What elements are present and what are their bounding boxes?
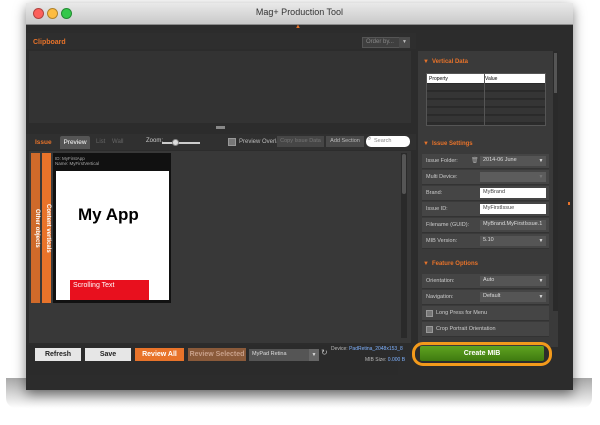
zoom-slider-knob[interactable] xyxy=(172,139,179,146)
save-button[interactable]: Save xyxy=(85,348,131,361)
chevron-down-icon[interactable]: ▼ xyxy=(536,292,546,302)
issue-folder-label: Issue Folder: xyxy=(426,158,458,164)
filename-field: MyBrand.MyFirstIssue.1 xyxy=(480,220,546,230)
navigation-label: Navigation: xyxy=(426,294,454,300)
zoom-slider-track[interactable] xyxy=(162,142,200,144)
reload-icon[interactable]: ↻ xyxy=(321,348,328,357)
mib-size-label: MIB Size: xyxy=(365,357,387,363)
preview-meta: ID: MyFirstApp Name: MyFirstVertical xyxy=(55,156,99,166)
triangle-down-icon: ▼ xyxy=(423,141,429,147)
table-row[interactable] xyxy=(427,92,545,99)
tab-list[interactable]: List xyxy=(96,139,105,145)
brand-label: Brand: xyxy=(426,190,443,196)
right-panel-scrollbar-thumb[interactable] xyxy=(554,53,557,93)
triangle-down-icon: ▼ xyxy=(423,261,429,267)
orientation-label: Orientation: xyxy=(426,278,455,284)
review-all-button[interactable]: Review All xyxy=(135,348,184,361)
copy-issue-data-button[interactable]: Copy Issue Data xyxy=(277,136,324,147)
tab-issue[interactable]: Issue xyxy=(35,139,52,146)
window-title: Mag+ Production Tool xyxy=(255,7,344,17)
preview-scrolling-text[interactable]: Scrolling Text xyxy=(70,280,149,300)
feature-options-header[interactable]: ▼ Feature Options xyxy=(418,261,478,273)
content-verticals-tab[interactable]: Content verticals xyxy=(42,153,51,303)
device-value: PadRetina_2048x153_8 xyxy=(349,346,403,352)
table-row[interactable] xyxy=(427,100,545,107)
vertical-data-header[interactable]: ▼ Vertical Data xyxy=(418,59,468,71)
filename-label: Filename (GUID): xyxy=(426,222,470,228)
other-objects-tab[interactable]: Other objects xyxy=(31,153,40,303)
brand-field[interactable]: MyBrand xyxy=(480,188,546,198)
chevron-down-icon[interactable]: ▼ xyxy=(536,276,546,286)
long-press-label: Long Press for Menu xyxy=(436,310,488,316)
preview-overlays-checkbox[interactable] xyxy=(228,138,236,146)
clipboard-header xyxy=(26,33,416,49)
create-mib-button[interactable]: Create MIB xyxy=(420,346,544,361)
issue-settings-header[interactable]: ▼ Issue Settings xyxy=(418,141,473,153)
mib-size-info: MIB Size: 0.000 B xyxy=(365,357,405,363)
collapse-arrow-icon[interactable]: ▲ xyxy=(295,24,301,30)
device-label: Device: xyxy=(331,346,348,352)
device-info: Device: PadRetina_2048x153_8 xyxy=(331,346,403,352)
search-input[interactable]: Search xyxy=(366,136,410,147)
issue-id-field[interactable]: MyFirstIssue xyxy=(480,204,546,214)
preview-meta-name: Name: MyFirstVertical xyxy=(55,161,100,166)
trash-icon[interactable]: 🗑 xyxy=(471,157,479,164)
chevron-down-icon[interactable]: ▼ xyxy=(536,172,546,182)
mib-size-value: 0.000 B xyxy=(387,357,406,363)
refresh-button[interactable]: Refresh xyxy=(35,348,81,361)
zoom-label: Zoom: xyxy=(146,138,164,144)
editor-scrollbar-thumb[interactable] xyxy=(402,154,406,194)
search-icon: ⌕ xyxy=(368,136,372,142)
issue-id-label: Issue ID: xyxy=(426,206,448,212)
feature-options-title: Feature Options xyxy=(431,261,478,267)
review-selected-button[interactable]: Review Selected xyxy=(188,348,246,361)
tab-wall[interactable]: Wall xyxy=(112,139,123,145)
preview-app-title: My App xyxy=(78,205,139,224)
long-press-checkbox[interactable] xyxy=(426,310,433,317)
chevron-down-icon[interactable]: ▼ xyxy=(399,37,410,48)
multi-device-label: Multi Device: xyxy=(426,174,458,180)
splitter-handle[interactable] xyxy=(216,126,225,129)
table-divider xyxy=(484,74,485,126)
triangle-down-icon: ▼ xyxy=(423,59,429,65)
chevron-down-icon[interactable]: ▼ xyxy=(309,349,319,361)
tab-preview[interactable]: Preview xyxy=(60,136,90,149)
column-header-value: Value xyxy=(485,76,498,82)
chevron-down-icon[interactable]: ▼ xyxy=(536,236,546,246)
table-row[interactable] xyxy=(427,116,545,123)
table-row[interactable] xyxy=(427,108,545,115)
issue-settings-title: Issue Settings xyxy=(431,141,473,147)
chevron-down-icon[interactable]: ▼ xyxy=(536,156,546,166)
crop-portrait-label: Crop Portrait Orientation xyxy=(436,326,496,332)
table-row[interactable] xyxy=(427,84,545,91)
add-section-button[interactable]: Add Section xyxy=(326,136,364,147)
property-table-header: Property Value xyxy=(427,74,545,83)
clipboard-area[interactable] xyxy=(29,51,411,123)
panel-toggle-icon[interactable] xyxy=(568,202,570,205)
mib-version-label: MIB Version: xyxy=(426,238,458,244)
column-header-property: Property xyxy=(429,76,448,82)
crop-portrait-checkbox[interactable] xyxy=(426,326,433,333)
clipboard-title: Clipboard xyxy=(33,39,66,46)
vertical-data-title: Vertical Data xyxy=(431,59,468,65)
